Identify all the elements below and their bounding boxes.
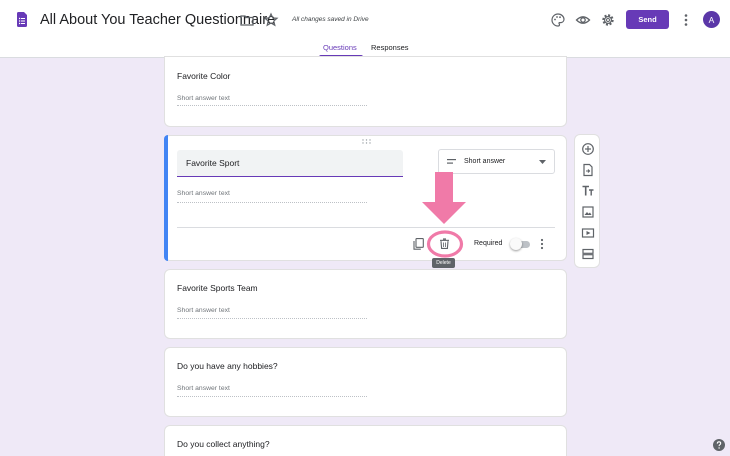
send-button[interactable]: Send: [626, 10, 669, 29]
more-options-icon[interactable]: [538, 238, 546, 250]
star-icon[interactable]: [263, 12, 279, 28]
answer-line: [177, 318, 367, 319]
dropdown-arrow-icon: [539, 160, 546, 164]
card-footer-divider: [177, 227, 555, 228]
add-question-icon[interactable]: [581, 142, 595, 156]
question-card[interactable]: Favorite Sports Team Short answer text: [164, 269, 567, 339]
active-card-indicator: [164, 135, 168, 261]
add-image-icon[interactable]: [581, 205, 595, 219]
answer-line: [177, 202, 367, 203]
folder-icon[interactable]: [239, 12, 255, 28]
side-toolbar: [574, 134, 600, 268]
account-avatar[interactable]: A: [703, 11, 720, 28]
short-answer-icon: [447, 159, 456, 164]
forms-doc-icon[interactable]: [17, 12, 27, 27]
app-header: All About You Teacher Questionnaire All …: [0, 0, 730, 58]
question-type-dropdown[interactable]: Short answer: [438, 149, 555, 174]
question-title-text: Favorite Sport: [186, 158, 240, 168]
settings-gear-icon[interactable]: [600, 12, 616, 28]
answer-line: [177, 105, 367, 106]
required-toggle-thumb[interactable]: [510, 238, 522, 250]
question-title: Do you collect anything?: [177, 439, 270, 449]
answer-placeholder: Short answer text: [177, 307, 230, 314]
palette-icon[interactable]: [550, 12, 566, 28]
save-status: All changes saved in Drive: [292, 16, 369, 23]
more-vert-icon[interactable]: [678, 12, 694, 28]
add-title-icon[interactable]: [581, 184, 595, 198]
tab-responses[interactable]: Responses: [371, 43, 409, 52]
question-card[interactable]: Do you have any hobbies? Short answer te…: [164, 347, 567, 417]
answer-line: [177, 396, 367, 397]
question-title: Favorite Color: [177, 71, 231, 81]
pink-arrow-annotation-icon: [422, 172, 466, 224]
question-card[interactable]: Do you collect anything?: [164, 425, 567, 456]
add-section-icon[interactable]: [581, 247, 595, 261]
import-questions-icon[interactable]: [581, 163, 595, 177]
question-type-label: Short answer: [464, 158, 506, 165]
delete-tooltip: Delete: [432, 258, 455, 268]
answer-placeholder: Short answer text: [177, 190, 230, 197]
answer-placeholder: Short answer text: [177, 385, 230, 392]
question-title: Do you have any hobbies?: [177, 361, 278, 371]
help-icon[interactable]: [713, 439, 725, 451]
question-card-active[interactable]: Favorite Sport Short answer Short answer…: [164, 135, 567, 261]
question-title: Favorite Sports Team: [177, 283, 258, 293]
preview-eye-icon[interactable]: [575, 12, 591, 28]
tab-questions[interactable]: Questions: [323, 43, 357, 52]
add-video-icon[interactable]: [581, 226, 595, 240]
question-card[interactable]: Favorite Color Short answer text: [164, 56, 567, 127]
required-label: Required: [474, 240, 503, 247]
answer-placeholder: Short answer text: [177, 95, 230, 102]
drag-handle-icon[interactable]: [362, 139, 371, 144]
